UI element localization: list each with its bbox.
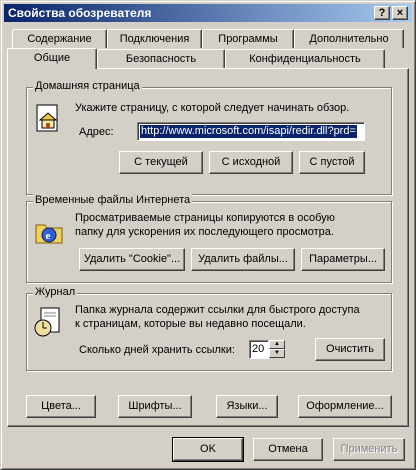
colors-button[interactable]: Цвета... bbox=[26, 395, 96, 418]
history-description-1: Папка журнала содержит ссылки для быстро… bbox=[75, 304, 360, 316]
apply-button[interactable]: Применить bbox=[333, 438, 405, 461]
spin-down-icon[interactable]: ▼ bbox=[269, 349, 285, 358]
history-days-spinner[interactable]: ▲ ▼ bbox=[269, 340, 285, 359]
close-button[interactable]: × bbox=[392, 6, 408, 20]
use-current-button[interactable]: С текущей bbox=[119, 151, 203, 174]
history-description-2: к страницам, которые вы недавно посещали… bbox=[75, 318, 306, 330]
history-days-label: Сколько дней хранить ссылки: bbox=[79, 344, 235, 356]
home-page-legend: Домашняя страница bbox=[33, 80, 142, 92]
temp-settings-button[interactable]: Параметры... bbox=[301, 248, 385, 271]
spin-up-icon[interactable]: ▲ bbox=[269, 340, 285, 349]
temp-files-legend: Временные файлы Интернета bbox=[33, 194, 193, 206]
tab-general[interactable]: Общие bbox=[7, 48, 97, 69]
svg-text:e: e bbox=[46, 230, 51, 242]
history-legend: Журнал bbox=[33, 286, 78, 298]
general-tab-panel: Домашняя страница Укажите страницу, с ко… bbox=[7, 68, 409, 427]
tab-programs[interactable]: Программы bbox=[202, 29, 294, 48]
address-value: http://www.microsoft.com/isapi/redir.dll… bbox=[140, 125, 357, 138]
cancel-button[interactable]: Отмена bbox=[253, 438, 323, 461]
delete-files-button[interactable]: Удалить файлы... bbox=[191, 248, 295, 271]
title-bar[interactable]: Свойства обозревателя ? × bbox=[4, 4, 412, 22]
ok-button[interactable]: OK bbox=[172, 437, 244, 462]
home-page-group: Домашняя страница Укажите страницу, с ко… bbox=[26, 80, 392, 195]
history-group: Журнал Папка журнала содержит ссылки для… bbox=[26, 286, 392, 371]
temp-files-description-2: папку для ускорения их последующего прос… bbox=[75, 226, 334, 238]
use-default-button[interactable]: С исходной bbox=[209, 151, 293, 174]
tab-content[interactable]: Содержание bbox=[12, 29, 107, 48]
tab-advanced[interactable]: Дополнительно bbox=[294, 29, 404, 48]
temp-files-description-1: Просматриваемые страницы копируются в ос… bbox=[75, 212, 335, 224]
clear-history-button[interactable]: Очистить bbox=[315, 338, 385, 361]
ie-folder-icon: e bbox=[35, 224, 63, 244]
home-page-description: Укажите страницу, с которой следует начи… bbox=[75, 102, 350, 114]
history-icon bbox=[34, 307, 60, 337]
temp-files-group: Временные файлы Интернета e Просматривае… bbox=[26, 194, 392, 283]
appearance-button[interactable]: Оформление... bbox=[298, 395, 392, 418]
languages-button[interactable]: Языки... bbox=[216, 395, 278, 418]
home-page-icon bbox=[36, 104, 58, 132]
delete-cookies-button[interactable]: Удалить "Cookie"... bbox=[79, 248, 185, 271]
dialog-window: Свойства обозревателя ? × Содержание Под… bbox=[0, 0, 416, 470]
fonts-button[interactable]: Шрифты... bbox=[118, 395, 192, 418]
history-days-input[interactable]: 20 bbox=[249, 340, 269, 359]
use-blank-button[interactable]: С пустой bbox=[299, 151, 365, 174]
address-label: Адрес: bbox=[79, 126, 114, 138]
window-title: Свойства обозревателя bbox=[8, 6, 152, 20]
tab-connections[interactable]: Подключения bbox=[107, 29, 202, 48]
tab-privacy[interactable]: Конфиденциальность bbox=[225, 49, 385, 68]
address-input[interactable]: http://www.microsoft.com/isapi/redir.dll… bbox=[137, 122, 365, 141]
help-button[interactable]: ? bbox=[374, 6, 390, 20]
tab-security[interactable]: Безопасность bbox=[97, 49, 225, 68]
